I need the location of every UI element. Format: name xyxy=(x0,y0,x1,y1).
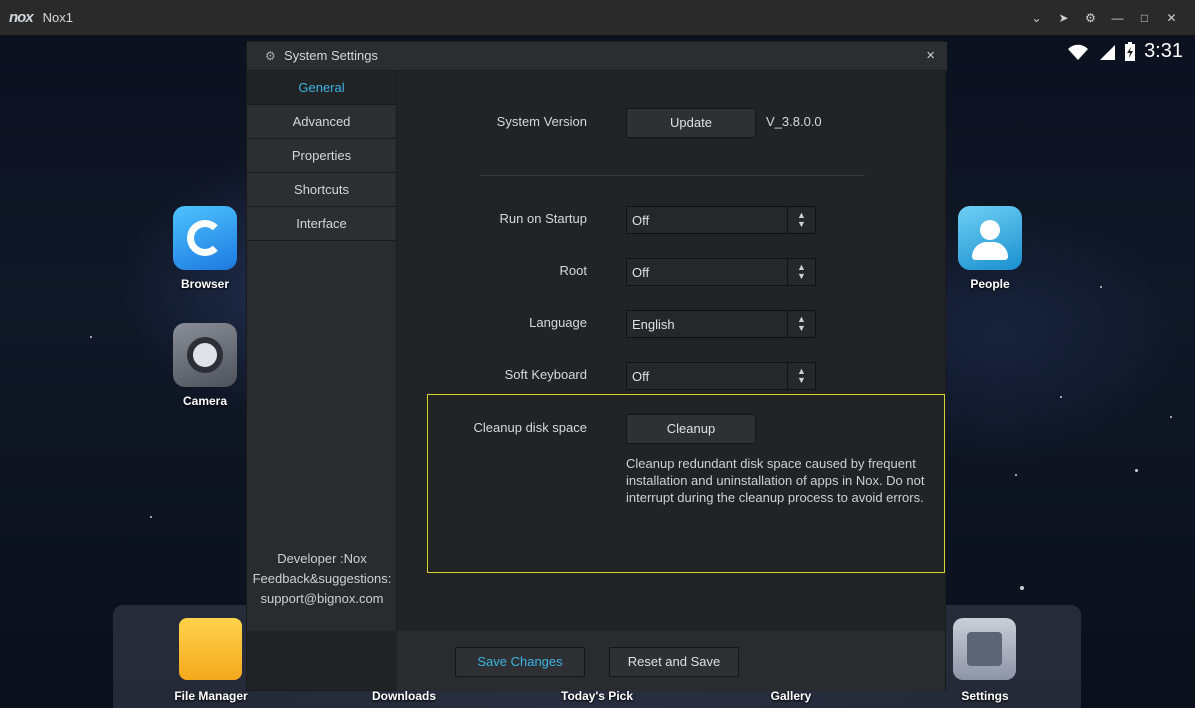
dialog-titlebar: ⚙ System Settings × xyxy=(247,42,947,71)
minimize-icon[interactable]: — xyxy=(1104,0,1131,36)
run-on-startup-value: Off xyxy=(632,213,650,228)
cleanup-description: Cleanup redundant disk space caused by f… xyxy=(626,456,925,505)
updown-chevron-icon: ▲ ▼ xyxy=(787,259,815,285)
cleanup-button[interactable]: Cleanup xyxy=(626,414,756,444)
language-select[interactable]: English ▲ ▼ xyxy=(626,310,816,338)
status-clock: 3:31 xyxy=(1144,40,1183,62)
battery-charging-icon xyxy=(1125,41,1136,61)
maximize-icon[interactable]: □ xyxy=(1131,0,1158,36)
feedback-text: Feedback&suggestions: xyxy=(252,571,392,586)
wifi-icon xyxy=(1068,44,1089,60)
dock-downloads[interactable]: Downloads xyxy=(372,689,436,703)
window-controls: ⌄ ➤ ⚙ — □ ✕ xyxy=(1023,0,1185,36)
browser-icon xyxy=(173,206,237,270)
camera-icon xyxy=(173,323,237,387)
root-label: Root xyxy=(559,263,587,278)
settings-icon[interactable] xyxy=(953,618,1016,680)
dialog-title: System Settings xyxy=(284,48,378,63)
developer-info: Developer :Nox Feedback&suggestions: sup… xyxy=(247,549,397,609)
updown-chevron-icon: ▲ ▼ xyxy=(787,311,815,337)
dialog-footer: Save Changes Reset and Save xyxy=(397,631,945,691)
developer-text: Developer :Nox xyxy=(277,551,367,566)
updown-chevron-icon: ▲ ▼ xyxy=(787,207,815,233)
update-button[interactable]: Update xyxy=(626,108,756,138)
reset-and-save-button[interactable]: Reset and Save xyxy=(609,647,739,677)
tab-interface[interactable]: Interface xyxy=(247,207,396,241)
dock-todays-pick[interactable]: Today's Pick xyxy=(561,689,633,703)
soft-keyboard-label: Soft Keyboard xyxy=(504,367,587,382)
close-icon[interactable]: ✕ xyxy=(1158,0,1185,36)
dialog-close-icon[interactable]: × xyxy=(926,47,935,64)
people-app[interactable]: People xyxy=(958,206,1022,291)
system-settings-dialog: ⚙ System Settings × General Advanced Pro… xyxy=(246,41,947,691)
dock-settings[interactable]: Settings xyxy=(961,689,1008,703)
support-email[interactable]: support@bignox.com xyxy=(247,589,397,609)
run-on-startup-label: Run on Startup xyxy=(499,211,587,226)
save-changes-button[interactable]: Save Changes xyxy=(455,647,585,677)
version-text: V_3.8.0.0 xyxy=(766,114,822,129)
file-manager-icon[interactable] xyxy=(179,618,242,680)
dock-gallery[interactable]: Gallery xyxy=(771,689,812,703)
language-label: Language xyxy=(529,315,587,330)
window-title: Nox1 xyxy=(42,10,74,25)
language-value: English xyxy=(632,317,675,332)
signal-icon xyxy=(1100,44,1116,60)
tab-general[interactable]: General xyxy=(247,71,396,105)
soft-keyboard-select[interactable]: Off ▲ ▼ xyxy=(626,362,816,390)
emulator-titlebar: nox Nox1 ⌄ ➤ ⚙ — □ ✕ xyxy=(0,0,1195,36)
system-version-label: System Version xyxy=(496,114,587,129)
run-on-startup-select[interactable]: Off ▲ ▼ xyxy=(626,206,816,234)
root-value: Off xyxy=(632,265,650,280)
tab-shortcuts[interactable]: Shortcuts xyxy=(247,173,396,207)
nox-logo: nox xyxy=(9,9,34,26)
browser-app[interactable]: Browser xyxy=(173,206,237,291)
people-icon xyxy=(958,206,1022,270)
root-select[interactable]: Off ▲ ▼ xyxy=(626,258,816,286)
cleanup-label: Cleanup disk space xyxy=(473,420,587,435)
gear-icon[interactable]: ⚙ xyxy=(1077,0,1104,36)
camera-app[interactable]: Camera xyxy=(173,323,237,408)
updown-chevron-icon: ▲ ▼ xyxy=(787,363,815,389)
soft-keyboard-value: Off xyxy=(632,369,650,384)
android-status-bar: 3:31 xyxy=(1066,40,1183,63)
chevron-down-icon[interactable]: ⌄ xyxy=(1023,0,1050,36)
settings-gear-icon: ⚙ xyxy=(265,49,276,63)
section-divider xyxy=(480,175,865,176)
tab-advanced[interactable]: Advanced xyxy=(247,105,396,139)
tab-properties[interactable]: Properties xyxy=(247,139,396,173)
pin-icon[interactable]: ➤ xyxy=(1050,0,1077,36)
camera-label: Camera xyxy=(182,394,228,408)
people-label: People xyxy=(970,277,1010,291)
browser-label: Browser xyxy=(180,277,230,291)
settings-sidebar: General Advanced Properties Shortcuts In… xyxy=(247,71,397,631)
dock-file-manager[interactable]: File Manager xyxy=(174,689,247,703)
